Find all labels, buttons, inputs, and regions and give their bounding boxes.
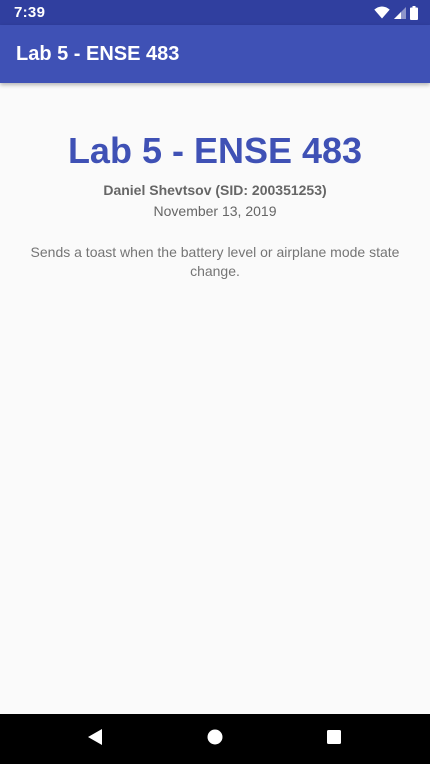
wifi-icon [374,6,390,19]
app-bar-title: Lab 5 - ENSE 483 [16,42,180,65]
signal-icon [394,6,406,19]
navigation-bar [0,714,430,764]
author-line: Daniel Shevtsov (SID: 200351253) [103,182,327,198]
description-text: Sends a toast when the battery level or … [30,244,400,279]
recents-button[interactable] [304,714,364,764]
home-button[interactable] [185,714,245,764]
battery-icon [410,5,418,20]
status-icons [374,5,418,20]
page-title: Lab 5 - ENSE 483 [67,130,363,171]
main-content: Lab 5 - ENSE 483 Daniel Shevtsov (SID: 2… [0,83,430,714]
status-time: 7:39 [14,4,46,21]
recents-icon [326,729,342,750]
status-bar: 7:39 [0,0,430,25]
home-icon [207,729,223,750]
date-line: November 13, 2019 [153,203,277,219]
app-bar: Lab 5 - ENSE 483 [0,25,430,83]
back-icon [87,728,103,751]
back-button[interactable] [65,714,125,764]
